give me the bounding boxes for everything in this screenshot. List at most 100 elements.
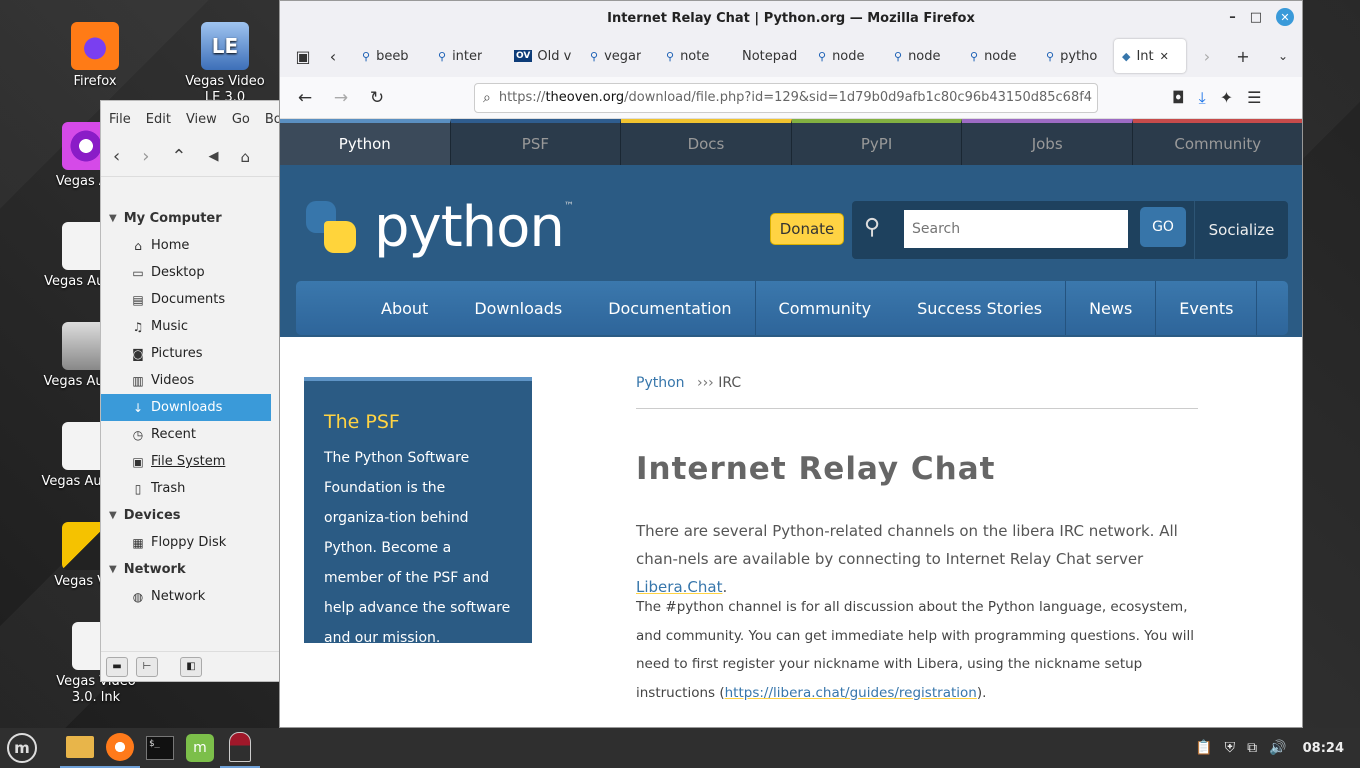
nav-about[interactable]: About [358,281,451,335]
shield-icon[interactable]: ⛨ [1225,740,1236,756]
sidebar-item-videos[interactable]: ▥ Videos [101,367,271,394]
toggle-sidebar-button[interactable]: ◧ [180,656,202,677]
maximize-icon[interactable]: □ [1250,10,1262,25]
home-icon[interactable]: ⌂ [241,148,251,166]
taskbar-wine[interactable] [220,728,260,768]
forward-icon[interactable]: → [326,83,356,113]
sidebar-item-documents[interactable]: ▤ Documents [101,286,271,313]
sidebar-item-pictures[interactable]: ◙ Pictures [101,340,271,367]
sidebar-item-network[interactable]: ◍ Network [101,583,271,610]
drive-icon: ▣ [132,454,144,469]
tab-label: node [908,48,941,64]
toggle-path-icon[interactable]: ◀ [209,149,219,164]
desktop-icon-firefox[interactable]: Firefox [47,22,143,90]
sidebar-item-home[interactable]: ⌂ Home [101,232,271,259]
places-view-button[interactable]: ▬ [106,656,128,677]
menu-view[interactable]: View [186,112,217,127]
page-title: Internet Relay Chat [636,451,996,487]
nav-events[interactable]: Events [1156,281,1258,335]
clipboard-icon[interactable]: 📋 [1195,740,1212,756]
sidebar-item-file-system[interactable]: ▣ File System [101,448,271,475]
tab-label: Notepad [742,48,798,64]
nav-success-stories[interactable]: Success Stories [894,281,1067,335]
socialize-button[interactable]: Socialize [1194,201,1288,259]
close-icon[interactable]: ✕ [1276,8,1294,26]
browser-tab[interactable]: ⚲ vegar [582,39,658,73]
taskbar-terminal[interactable]: $_ [140,728,180,768]
nav-downloads[interactable]: Downloads [451,281,585,335]
forward-icon[interactable]: › [142,146,149,167]
close-tab-icon[interactable]: ✕ [1160,50,1169,63]
meta-nav-docs[interactable]: Docs [621,119,792,165]
clock[interactable]: 08:24 [1303,741,1344,756]
taskbar-mintinstall[interactable]: m [180,728,220,768]
breadcrumb-home-link[interactable]: Python [636,375,685,391]
browser-tab[interactable]: ⚲ node [886,39,962,73]
url-bar[interactable]: ⌕ https://theoven.org/download/file.php?… [474,82,1098,113]
new-tab-icon[interactable]: + [1228,41,1258,71]
menu-edit[interactable]: Edit [146,112,171,127]
url-path: /download/file.php?id=129&sid=1d79b0d9af… [624,90,1093,105]
music-icon: ♫ [132,319,144,334]
menu-icon[interactable]: ☰ [1247,88,1261,107]
registration-link[interactable]: https://libera.chat/guides/registration [725,685,977,701]
section-devices[interactable]: ▼ Devices [101,502,271,529]
desktop-icon-vegas-le[interactable]: LE Vegas Video LE 3.0 [177,22,273,106]
downloads-icon[interactable]: ⤓ [1199,88,1206,108]
taskbar-file-manager[interactable] [60,728,100,768]
browser-tab[interactable]: ◆ Int ✕ [1114,39,1186,73]
start-menu-button[interactable]: m [2,728,42,768]
home-icon: ⌂ [134,238,142,253]
meta-nav-pypi[interactable]: PyPI [791,119,963,165]
browser-tab[interactable]: Notepad [734,39,810,73]
volume-icon[interactable]: 🔊 [1269,740,1286,756]
extensions-icon[interactable]: ✦ [1220,88,1233,107]
network-icon[interactable]: ⧉ [1247,740,1257,756]
search-favicon: ⚲ [666,49,675,63]
sidebar-item-downloads[interactable]: ↓ Downloads [101,394,271,421]
nav-news[interactable]: News [1066,281,1157,335]
sidebar-item-floppy-disk[interactable]: ▦ Floppy Disk [101,529,271,556]
back-icon[interactable]: ‹ [113,146,120,167]
tab-scroll-right-icon[interactable]: › [1192,41,1222,71]
python-logo[interactable]: python ™ [302,195,574,260]
browser-tab[interactable]: ⚲ inter [430,39,506,73]
section-network[interactable]: ▼ Network [101,556,271,583]
search-icon: ⌕ [483,89,491,106]
meta-nav-psf[interactable]: PSF [450,119,622,165]
reload-icon[interactable]: ↻ [362,83,392,113]
tree-view-button[interactable]: ⊢ [136,656,158,677]
up-icon[interactable]: ⌃ [171,146,186,167]
minimize-icon[interactable]: – [1229,10,1236,25]
list-tabs-icon[interactable]: ⌄ [1268,41,1298,71]
menu-file[interactable]: File [109,112,131,127]
back-icon[interactable]: ← [290,83,320,113]
section-my-computer[interactable]: ▼ My Computer [101,205,271,232]
nav-community[interactable]: Community [756,281,895,335]
browser-tab[interactable]: ⚲ node [962,39,1038,73]
browser-tab[interactable]: ⚲ note [658,39,734,73]
search-input[interactable] [904,210,1128,248]
menu-go[interactable]: Go [232,112,250,127]
sidebar-item-music[interactable]: ♫ Music [101,313,271,340]
pocket-icon[interactable]: ◘ [1172,88,1185,107]
donate-button[interactable]: Donate [770,213,844,245]
meta-nav-community[interactable]: Community [1132,119,1302,165]
go-button[interactable]: GO [1140,207,1186,247]
browser-tab[interactable]: ⚲ beeb [354,39,430,73]
nav-documentation[interactable]: Documentation [585,281,756,335]
sidebar-item-trash[interactable]: ▯ Trash [101,475,271,502]
meta-nav-python[interactable]: Python [280,119,451,165]
tab-overview-icon[interactable]: ▣ [288,41,318,71]
sidebar-item-recent[interactable]: ◷ Recent [101,421,271,448]
browser-tab[interactable]: OV Old v [506,39,582,73]
meta-nav-jobs[interactable]: Jobs [962,119,1133,165]
browser-tab[interactable]: ⚲ pytho [1038,39,1114,73]
taskbar-firefox[interactable] [100,728,140,768]
browser-tab[interactable]: ⚲ node [810,39,886,73]
psf-title[interactable]: The PSF [324,411,512,433]
terminal-icon: $_ [146,736,174,760]
sidebar-item-desktop[interactable]: ▭ Desktop [101,259,271,286]
sidebar-item-label: Pictures [151,346,203,361]
tab-scroll-left-icon[interactable]: ‹ [318,41,348,71]
